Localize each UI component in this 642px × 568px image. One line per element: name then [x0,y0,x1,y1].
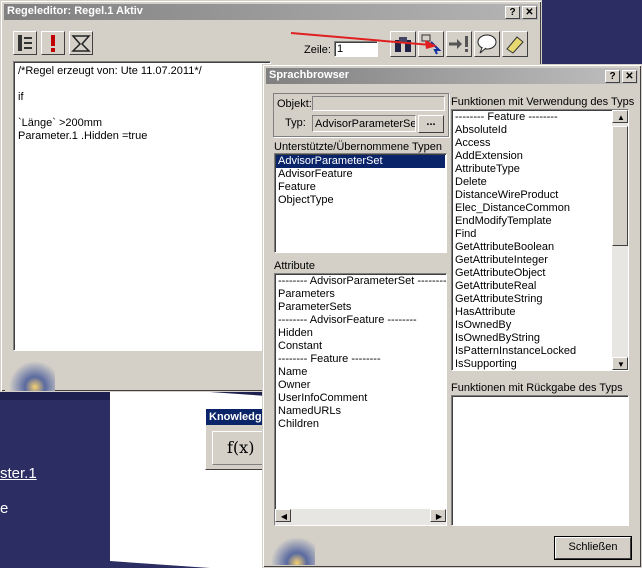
list-item[interactable]: GetAttributeInteger [453,254,627,267]
list-item[interactable]: GetAttributeObject [453,267,627,280]
close-button[interactable]: ✕ [622,70,637,83]
types-list[interactable]: AdvisorParameterSet AdvisorFeature Featu… [274,153,447,253]
scroll-left-icon[interactable]: ◀ [275,509,291,522]
scroll-up-icon[interactable]: ▲ [612,110,628,123]
list-item[interactable]: Children [276,418,445,431]
scroll-down-icon[interactable]: ▼ [612,357,628,370]
code-line: `Länge` >200mm [18,117,103,129]
background-tree-label-2: e [0,500,9,517]
list-item[interactable]: Elec_DistanceCommon [453,202,627,215]
object-field [312,96,445,111]
list-item[interactable]: UserInfoComment [276,392,445,405]
list-item[interactable]: Feature [276,181,445,194]
scroll-thumb[interactable] [612,126,628,246]
app-logo-icon [5,357,55,391]
type-label: Typ: [285,117,306,129]
list-item[interactable]: IsPatternInstanceLocked [453,345,627,358]
code-line: /*Regel erzeugt von: Ute 11.07.2011*/ [18,65,202,77]
functions-vscrollbar[interactable]: ▲ ▼ [612,110,628,370]
code-line: if [18,91,24,103]
browse-type-button[interactable]: ... [418,115,444,133]
list-item[interactable]: AttributeType [453,163,627,176]
rule-code-editor[interactable]: /*Regel erzeugt von: Ute 11.07.2011*/ if… [13,61,271,351]
list-item[interactable]: IsSupporting [453,358,627,370]
app-logo-icon [265,531,315,565]
list-item[interactable]: Delete [453,176,627,189]
type-field: AdvisorParameterSet [312,115,416,132]
attributes-hscrollbar[interactable]: ◀ ▶ [275,509,446,525]
types-header: Unterstützte/Übernommene Typen [274,141,442,153]
background-tree-label[interactable]: ster.1 [0,465,37,482]
language-browser-titlebar: Sprachbrowser ? ✕ [266,68,638,84]
list-item[interactable]: HasAttribute [453,306,627,319]
code-line: Parameter.1 .Hidden =true [18,130,148,142]
list-item[interactable]: GetAttributeReal [453,280,627,293]
list-item[interactable]: Find [453,228,627,241]
functions-header: Funktionen mit Verwendung des Typs [451,96,635,108]
list-item[interactable]: IsOwnedByString [453,332,627,345]
return-functions-header: Funktionen mit Rückgabe des Typs [451,382,623,394]
list-item[interactable]: AdvisorParameterSet [276,155,445,168]
list-item[interactable]: GetAttributeBoolean [453,241,627,254]
functions-list[interactable]: -------- Feature -------- AbsoluteId Acc… [451,109,629,371]
scroll-right-icon[interactable]: ▶ [430,509,446,522]
list-item[interactable]: EndModifyTemplate [453,215,627,228]
list-item[interactable]: ParameterSets [276,301,445,314]
attributes-list[interactable]: -------- AdvisorParameterSet -------- Pa… [274,273,447,526]
list-item[interactable]: Hidden [276,327,445,340]
list-item[interactable]: AddExtension [453,150,627,163]
list-item[interactable]: GetAttributeString [453,293,627,306]
language-browser-window: Sprachbrowser ? ✕ Objekt: Typ: AdvisorPa… [262,64,642,568]
return-functions-list[interactable] [451,395,629,526]
help-button[interactable]: ? [605,70,620,83]
list-item[interactable]: DistanceWireProduct [453,189,627,202]
close-dialog-button[interactable]: Schließen [555,537,631,559]
list-item[interactable]: Owner [276,379,445,392]
object-label: Objekt: [277,98,312,110]
formula-icon: f(x) [227,438,255,457]
language-browser-title: Sprachbrowser [269,69,350,81]
list-item[interactable]: AbsoluteId [453,124,627,137]
list-item[interactable]: -------- AdvisorParameterSet -------- [276,275,446,288]
list-item[interactable]: Constant [276,340,445,353]
list-item[interactable]: Access [453,137,627,150]
list-item[interactable]: ObjectType [276,194,445,207]
list-item[interactable]: Parameters [276,288,445,301]
attributes-header: Attribute [274,260,315,272]
list-item[interactable]: -------- AdvisorFeature -------- [276,314,445,327]
list-item[interactable]: Name [276,366,445,379]
list-item[interactable]: AdvisorFeature [276,168,445,181]
list-item[interactable]: -------- Feature -------- [453,111,627,124]
annotation-arrow-icon [290,32,437,49]
list-item[interactable]: IsOwnedBy [453,319,627,332]
list-item[interactable]: NamedURLs [276,405,445,418]
formula-button[interactable]: f(x) [212,431,268,465]
list-item[interactable]: -------- Feature -------- [276,353,445,366]
